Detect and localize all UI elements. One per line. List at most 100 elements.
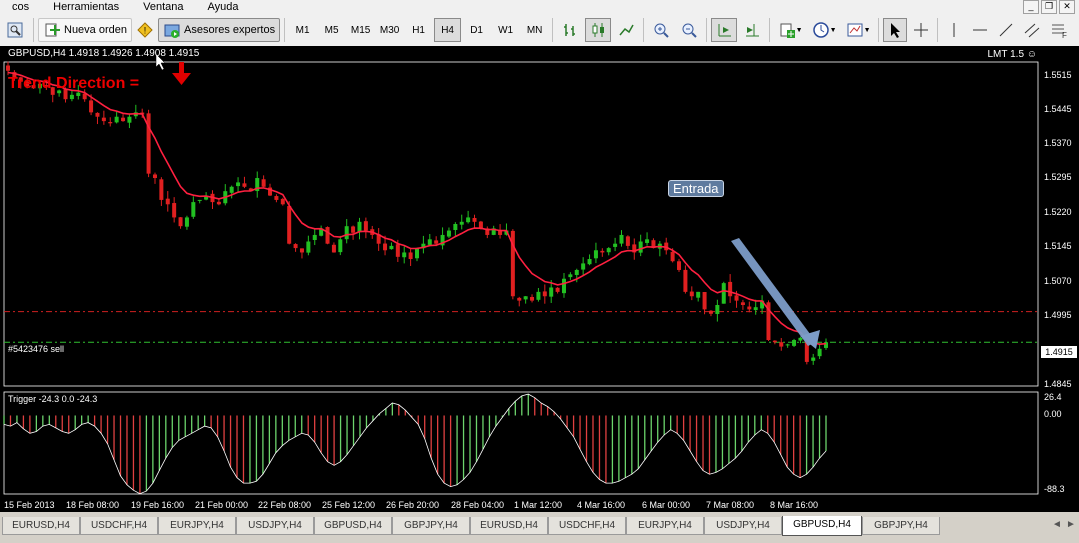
indicators-button[interactable]: ▼ <box>774 18 806 42</box>
price-tick: 1.5370 <box>1044 138 1072 148</box>
candle-body <box>581 263 586 270</box>
trigger-histogram <box>3 393 827 495</box>
templates-icon <box>847 23 863 37</box>
chart-tab[interactable]: USDJPY,H4 <box>236 517 314 535</box>
candle-body <box>517 297 522 301</box>
chart-tab[interactable]: EURJPY,H4 <box>158 517 236 535</box>
menu-item-window[interactable]: Ventana <box>131 0 195 14</box>
timeframe-mn[interactable]: MN <box>521 18 548 42</box>
chart-window[interactable]: GBPUSD,H4 1.4918 1.4926 1.4908 1.4915 LM… <box>0 46 1079 512</box>
timeframe-m15[interactable]: M15 <box>347 18 374 42</box>
close-icon[interactable]: ✕ <box>1059 0 1075 14</box>
svg-text:!: ! <box>144 26 147 36</box>
line-chart-button[interactable] <box>613 18 639 42</box>
candle-body <box>299 248 304 253</box>
candle-body <box>363 221 368 231</box>
candle-body <box>389 245 394 250</box>
crosshair-button[interactable] <box>909 18 933 42</box>
tab-scroll-right-icon[interactable]: ► <box>1066 519 1076 530</box>
timeframe-h1[interactable]: H1 <box>405 18 432 42</box>
timeframe-m30[interactable]: M30 <box>376 18 403 42</box>
date-tick: 1 Mar 12:00 <box>514 500 563 510</box>
candle-chart-button[interactable] <box>585 18 612 42</box>
periods-button[interactable]: ▼ <box>808 18 840 42</box>
candle-body <box>191 202 196 217</box>
expert-advisors-button[interactable]: Asesores expertos <box>158 18 281 42</box>
cursor-button[interactable] <box>883 18 908 42</box>
new-order-button[interactable]: Nueva orden <box>38 18 132 42</box>
dropdown-arrow-icon: ▼ <box>863 26 871 34</box>
candle-body <box>555 287 560 292</box>
candle-body <box>216 201 221 205</box>
chart-tab[interactable]: EURUSD,H4 <box>2 517 80 535</box>
chart-tab[interactable]: EURJPY,H4 <box>626 517 704 535</box>
zoom-in-button[interactable] <box>648 18 674 42</box>
chart-canvas[interactable] <box>0 46 1079 512</box>
menu-item-file-cut[interactable]: cos <box>0 0 41 14</box>
chart-tab[interactable]: USDCHF,H4 <box>548 517 626 535</box>
chart-tab[interactable]: EURUSD,H4 <box>470 517 548 535</box>
menu-item-tools[interactable]: Herramientas <box>41 0 131 14</box>
chart-tab[interactable]: USDCHF,H4 <box>80 517 158 535</box>
indicator-tick: 0.00 <box>1044 409 1062 419</box>
trendline-button[interactable] <box>994 18 1018 42</box>
templates-button[interactable]: ▼ <box>842 18 874 42</box>
date-tick: 6 Mar 00:00 <box>642 500 691 510</box>
candle-body <box>236 182 241 187</box>
candle-body <box>613 243 618 247</box>
warning-button[interactable]: ! <box>134 18 156 42</box>
toolbar-separator <box>937 18 939 42</box>
indicator-label: Trigger -24.3 0.0 -24.3 <box>8 394 98 404</box>
trendline-icon <box>999 23 1013 37</box>
toolbar-separator <box>33 18 34 42</box>
zoom-out-button[interactable] <box>676 18 702 42</box>
timeframe-m1[interactable]: M1 <box>289 18 316 42</box>
candle-body <box>689 291 694 297</box>
candle-body <box>645 239 650 243</box>
chart-tab[interactable]: GBPJPY,H4 <box>862 517 940 535</box>
menu-item-help[interactable]: Ayuda <box>196 0 251 14</box>
timeframe-m5[interactable]: M5 <box>318 18 345 42</box>
minimize-icon[interactable]: _ <box>1023 0 1039 14</box>
candle-body <box>357 221 362 233</box>
chart-tab[interactable]: GBPJPY,H4 <box>392 517 470 535</box>
svg-text:F: F <box>1062 31 1067 39</box>
fibonacci-button[interactable]: F <box>1046 18 1070 42</box>
autoscroll-button[interactable] <box>711 18 738 42</box>
candle-body <box>338 239 343 253</box>
candle-body <box>472 217 477 222</box>
candle-body <box>159 179 164 200</box>
candle-body <box>274 196 279 200</box>
timeframe-w1[interactable]: W1 <box>492 18 519 42</box>
candle-body <box>728 281 733 297</box>
date-tick: 15 Feb 2013 <box>4 500 55 510</box>
date-tick: 21 Feb 00:00 <box>195 500 249 510</box>
candle-body <box>69 94 74 100</box>
candle-body <box>683 269 688 292</box>
bar-chart-button[interactable] <box>557 18 583 42</box>
candle-body <box>101 117 106 122</box>
vertical-line-button[interactable] <box>942 18 966 42</box>
entrada-annotation[interactable]: Entrada <box>668 180 724 197</box>
chart-tab[interactable]: GBPUSD,H4 <box>314 517 392 535</box>
timeframe-h4[interactable]: H4 <box>434 18 462 42</box>
channel-button[interactable] <box>1020 18 1044 42</box>
chart-properties-icon <box>7 22 23 38</box>
tab-scroll-left-icon[interactable]: ◄ <box>1052 519 1062 530</box>
horizontal-line-button[interactable] <box>968 18 992 42</box>
entrada-arrow-shaft <box>731 238 816 346</box>
chart-properties-button[interactable] <box>1 18 29 42</box>
candle-body <box>446 230 451 237</box>
price-tick: 1.5220 <box>1044 207 1072 217</box>
timeframe-d1[interactable]: D1 <box>463 18 490 42</box>
candle-body <box>772 340 777 343</box>
restore-icon[interactable]: ❐ <box>1041 0 1057 14</box>
chart-tab[interactable]: USDJPY,H4 <box>704 517 782 535</box>
chart-tab-active[interactable]: GBPUSD,H4 <box>782 516 862 536</box>
candle-body <box>811 357 816 361</box>
date-tick: 18 Feb 08:00 <box>66 500 120 510</box>
date-tick: 26 Feb 20:00 <box>386 500 440 510</box>
candle-body <box>708 310 713 314</box>
date-tick: 4 Mar 16:00 <box>577 500 626 510</box>
chart-shift-button[interactable] <box>739 18 765 42</box>
